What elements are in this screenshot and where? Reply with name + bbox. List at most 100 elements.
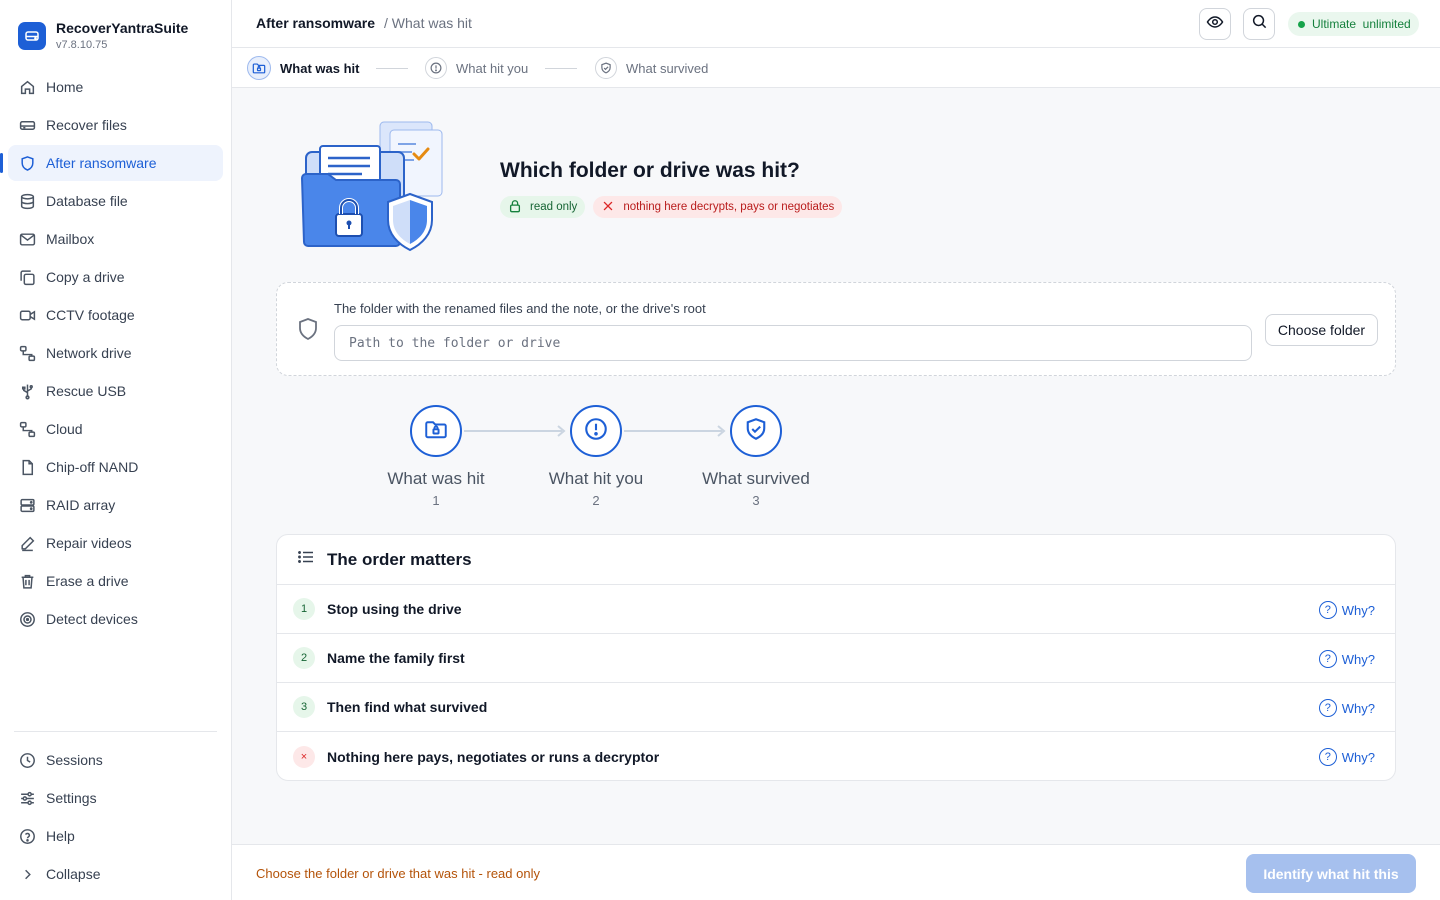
sidebar-item-repair-videos[interactable]: Repair videos [0,524,232,562]
sidebar-item-label: Chip-off NAND [46,459,139,475]
flow-step-label: What survived [702,469,810,488]
sidebar-item-label: Detect devices [46,611,138,627]
footer-status-text: Choose the folder or drive that was hit … [256,866,540,881]
alert-circle-icon [584,417,608,446]
sidebar-item-settings[interactable]: Settings [0,779,232,817]
sidebar-item-erase-a-drive[interactable]: Erase a drive [0,562,232,600]
flow-step-what-survived: What survived 3 [676,405,836,508]
folder-picker-label: The folder with the renamed files and th… [334,301,706,316]
breadcrumb-section[interactable]: After ransomware [256,15,375,31]
why-link[interactable]: ? Why? [1318,699,1375,717]
why-link[interactable]: ? Why? [1318,650,1375,668]
step-label: What survived [626,60,709,76]
order-row-number: 3 [293,696,315,718]
order-row-number: 1 [293,598,315,620]
why-link[interactable]: ? Why? [1318,601,1375,619]
sidebar-item-network-drive[interactable]: Network drive [0,334,232,372]
detect-icon [18,610,36,628]
order-row-text: Stop using the drive [327,601,462,617]
identify-button[interactable]: Identify what hit this [1246,854,1416,893]
sidebar-item-database-file[interactable]: Database file [0,182,232,220]
sidebar-item-help[interactable]: Help [0,817,232,855]
why-link[interactable]: ? Why? [1318,748,1375,766]
repair-icon [18,534,36,552]
order-row: × Nothing here pays, negotiates or runs … [277,732,1395,780]
active-indicator [0,153,3,173]
breadcrumb-page: / What was hit [384,15,472,31]
step-what-survived[interactable]: What survived [595,57,708,79]
sidebar-item-home[interactable]: Home [0,68,232,106]
sidebar-collapse-button[interactable]: Collapse [0,855,232,893]
order-row: 1 Stop using the drive ? Why? [277,585,1395,634]
home-icon [18,78,36,96]
sidebar-item-label: CCTV footage [46,307,135,323]
page-title: Which folder or drive was hit? [500,159,800,182]
sidebar-item-sessions[interactable]: Sessions [0,741,232,779]
why-label: Why? [1341,651,1375,667]
sidebar-item-cctv-footage[interactable]: CCTV footage [0,296,232,334]
sidebar-item-label: Sessions [46,752,103,768]
step-connector [376,68,408,69]
plan-badge: Ultimate unlimited [1288,12,1419,36]
list-icon [297,548,315,571]
main-content: Which folder or drive was hit? read only… [232,88,1440,844]
sidebar-item-recover-files[interactable]: Recover files [0,106,232,144]
sidebar-item-copy-a-drive[interactable]: Copy a drive [0,258,232,296]
network-icon [18,344,36,362]
sidebar-item-label: Home [46,79,84,95]
sidebar-item-label: RAID array [46,497,116,513]
sidebar-item-detect-devices[interactable]: Detect devices [0,600,232,638]
sidebar-item-chip-off-nand[interactable]: Chip-off NAND [0,448,232,486]
sidebar-item-cloud[interactable]: Cloud [0,410,232,448]
preview-button[interactable] [1199,8,1231,40]
order-row-number: × [293,745,315,768]
alert-circle-icon [425,57,447,79]
folder-path-input[interactable] [334,325,1252,361]
search-icon [1251,13,1268,35]
mail-icon [18,230,36,248]
step-connector [545,68,577,69]
step-what-was-hit[interactable]: What was hit [247,56,359,80]
shield-check-icon [595,57,617,79]
flow-step-label: What was hit [387,469,485,488]
sidebar: RecoverYantraSuite v7.8.10.75 Home Recov… [0,0,232,900]
wizard-stepper: What was hit What hit you What survived [232,48,1440,88]
database-icon [18,192,36,210]
read-only-badge: read only [500,196,586,218]
order-card-title: The order matters [327,549,472,569]
order-row-text: Name the family first [327,650,465,666]
flow-step-number: 2 [592,493,600,508]
app-name: RecoverYantraSuite [56,20,189,36]
sidebar-item-mailbox[interactable]: Mailbox [0,220,232,258]
status-dot-icon [1298,20,1305,28]
order-matters-card: The order matters 1 Stop using the drive… [276,534,1396,781]
order-card-header: The order matters [277,535,1395,585]
sidebar-item-after-ransomware[interactable]: After ransomware [0,144,232,182]
flow-step-number: 3 [752,493,760,508]
step-what-hit-you[interactable]: What hit you [425,57,528,79]
read-only-label: read only [530,201,578,213]
sidebar-item-label: Database file [46,193,128,209]
trash-icon [18,572,36,590]
drive-icon [18,116,36,134]
flow-step-circle [730,405,782,457]
usb-icon [18,382,36,400]
help-icon [18,827,36,845]
question-icon: ? [1318,699,1337,717]
shield-check-icon [744,417,768,446]
chip-icon [18,458,36,476]
choose-folder-button[interactable]: Choose folder [1265,314,1378,346]
copy-icon [18,268,36,286]
question-icon: ? [1318,601,1337,619]
flow-step-label: What hit you [548,469,644,488]
flow-step-circle [410,405,462,457]
app-version: v7.8.10.75 [56,39,108,51]
question-icon: ? [1318,748,1337,766]
chevron-right-icon [18,865,36,883]
search-button[interactable] [1243,8,1275,40]
flow-step-number: 1 [432,493,440,508]
sidebar-item-rescue-usb[interactable]: Rescue USB [0,372,232,410]
sidebar-item-label: Collapse [46,866,101,882]
order-row-number: 2 [293,647,315,669]
sidebar-item-raid-array[interactable]: RAID array [0,486,232,524]
